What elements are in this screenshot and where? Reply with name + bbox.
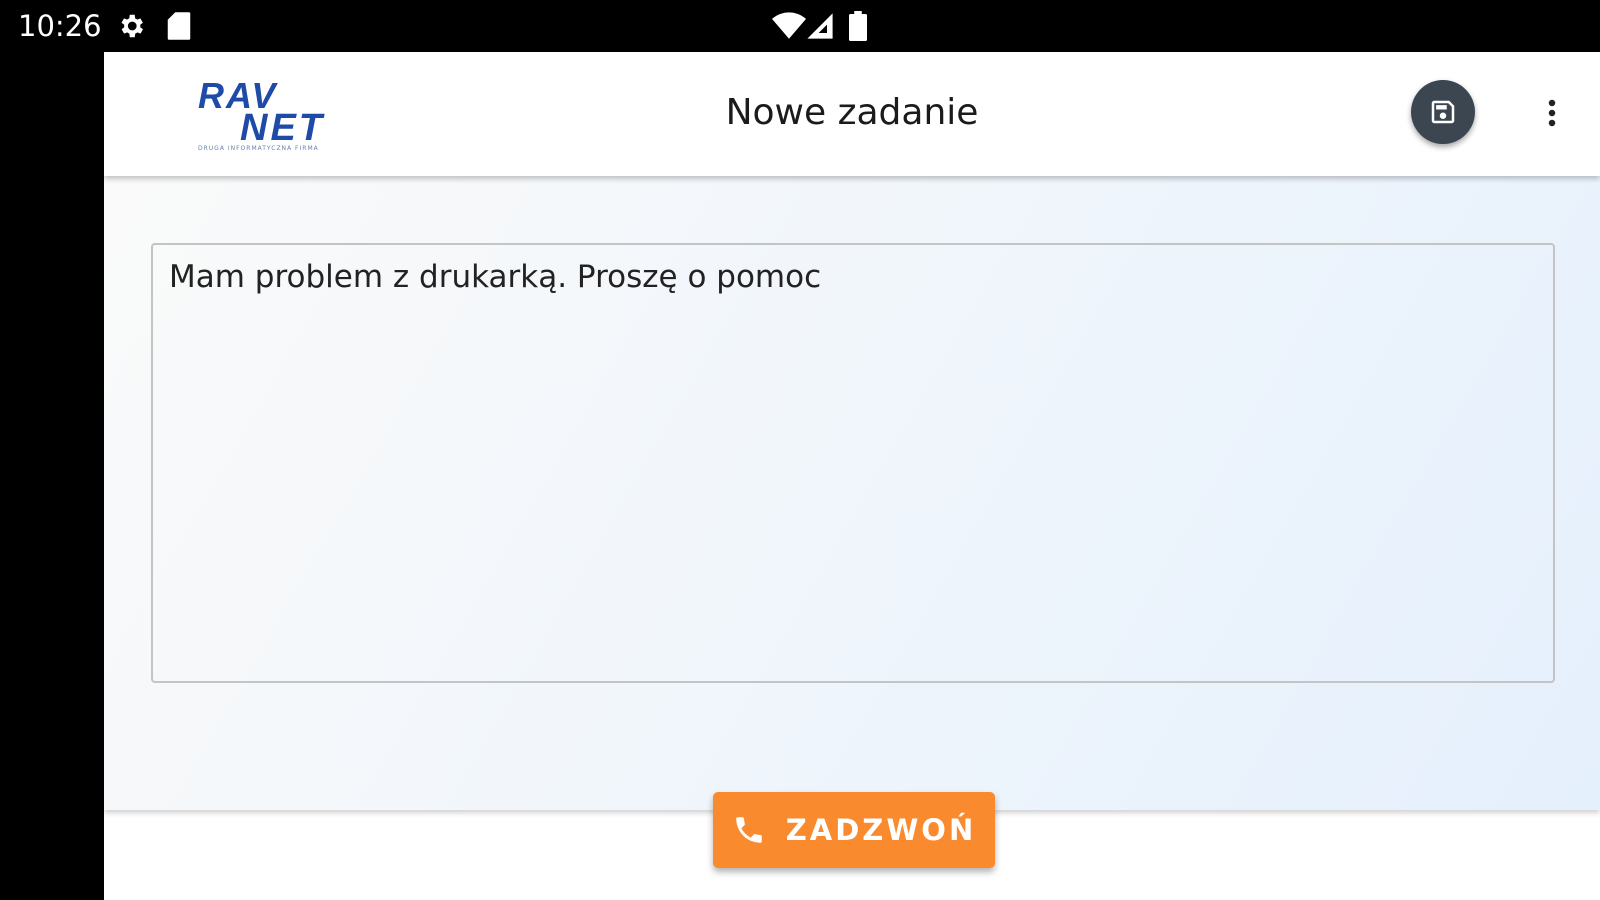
task-form: Mam problem z drukarką. Proszę o pomoc <box>104 176 1600 810</box>
call-button[interactable]: ZADZWOŃ <box>713 792 995 868</box>
signal-icon <box>806 11 834 46</box>
page-title: Nowe zadanie <box>725 92 979 133</box>
call-button-label: ZADZWOŃ <box>785 813 977 847</box>
status-bar: 10:26 <box>0 0 1600 52</box>
phone-icon <box>732 813 766 847</box>
svg-text:DRUGA INFORMATYCZNA FIRMA: DRUGA INFORMATYCZNA FIRMA <box>198 145 319 152</box>
save-button[interactable] <box>1411 80 1475 144</box>
more-options-button[interactable] <box>1530 88 1574 138</box>
battery-icon <box>848 11 868 46</box>
more-vert-icon <box>1547 98 1557 128</box>
settings-gear-icon <box>116 11 146 46</box>
task-description-field[interactable]: Mam problem z drukarką. Proszę o pomoc <box>151 243 1555 683</box>
status-time: 10:26 <box>18 9 102 43</box>
save-icon <box>1428 97 1458 127</box>
app-window: RAV NET DRUGA INFORMATYCZNA FIRMA Nowe z… <box>104 52 1600 900</box>
wifi-icon <box>772 11 806 46</box>
sd-card-icon <box>166 11 192 46</box>
app-bar: RAV NET DRUGA INFORMATYCZNA FIRMA Nowe z… <box>104 52 1600 176</box>
